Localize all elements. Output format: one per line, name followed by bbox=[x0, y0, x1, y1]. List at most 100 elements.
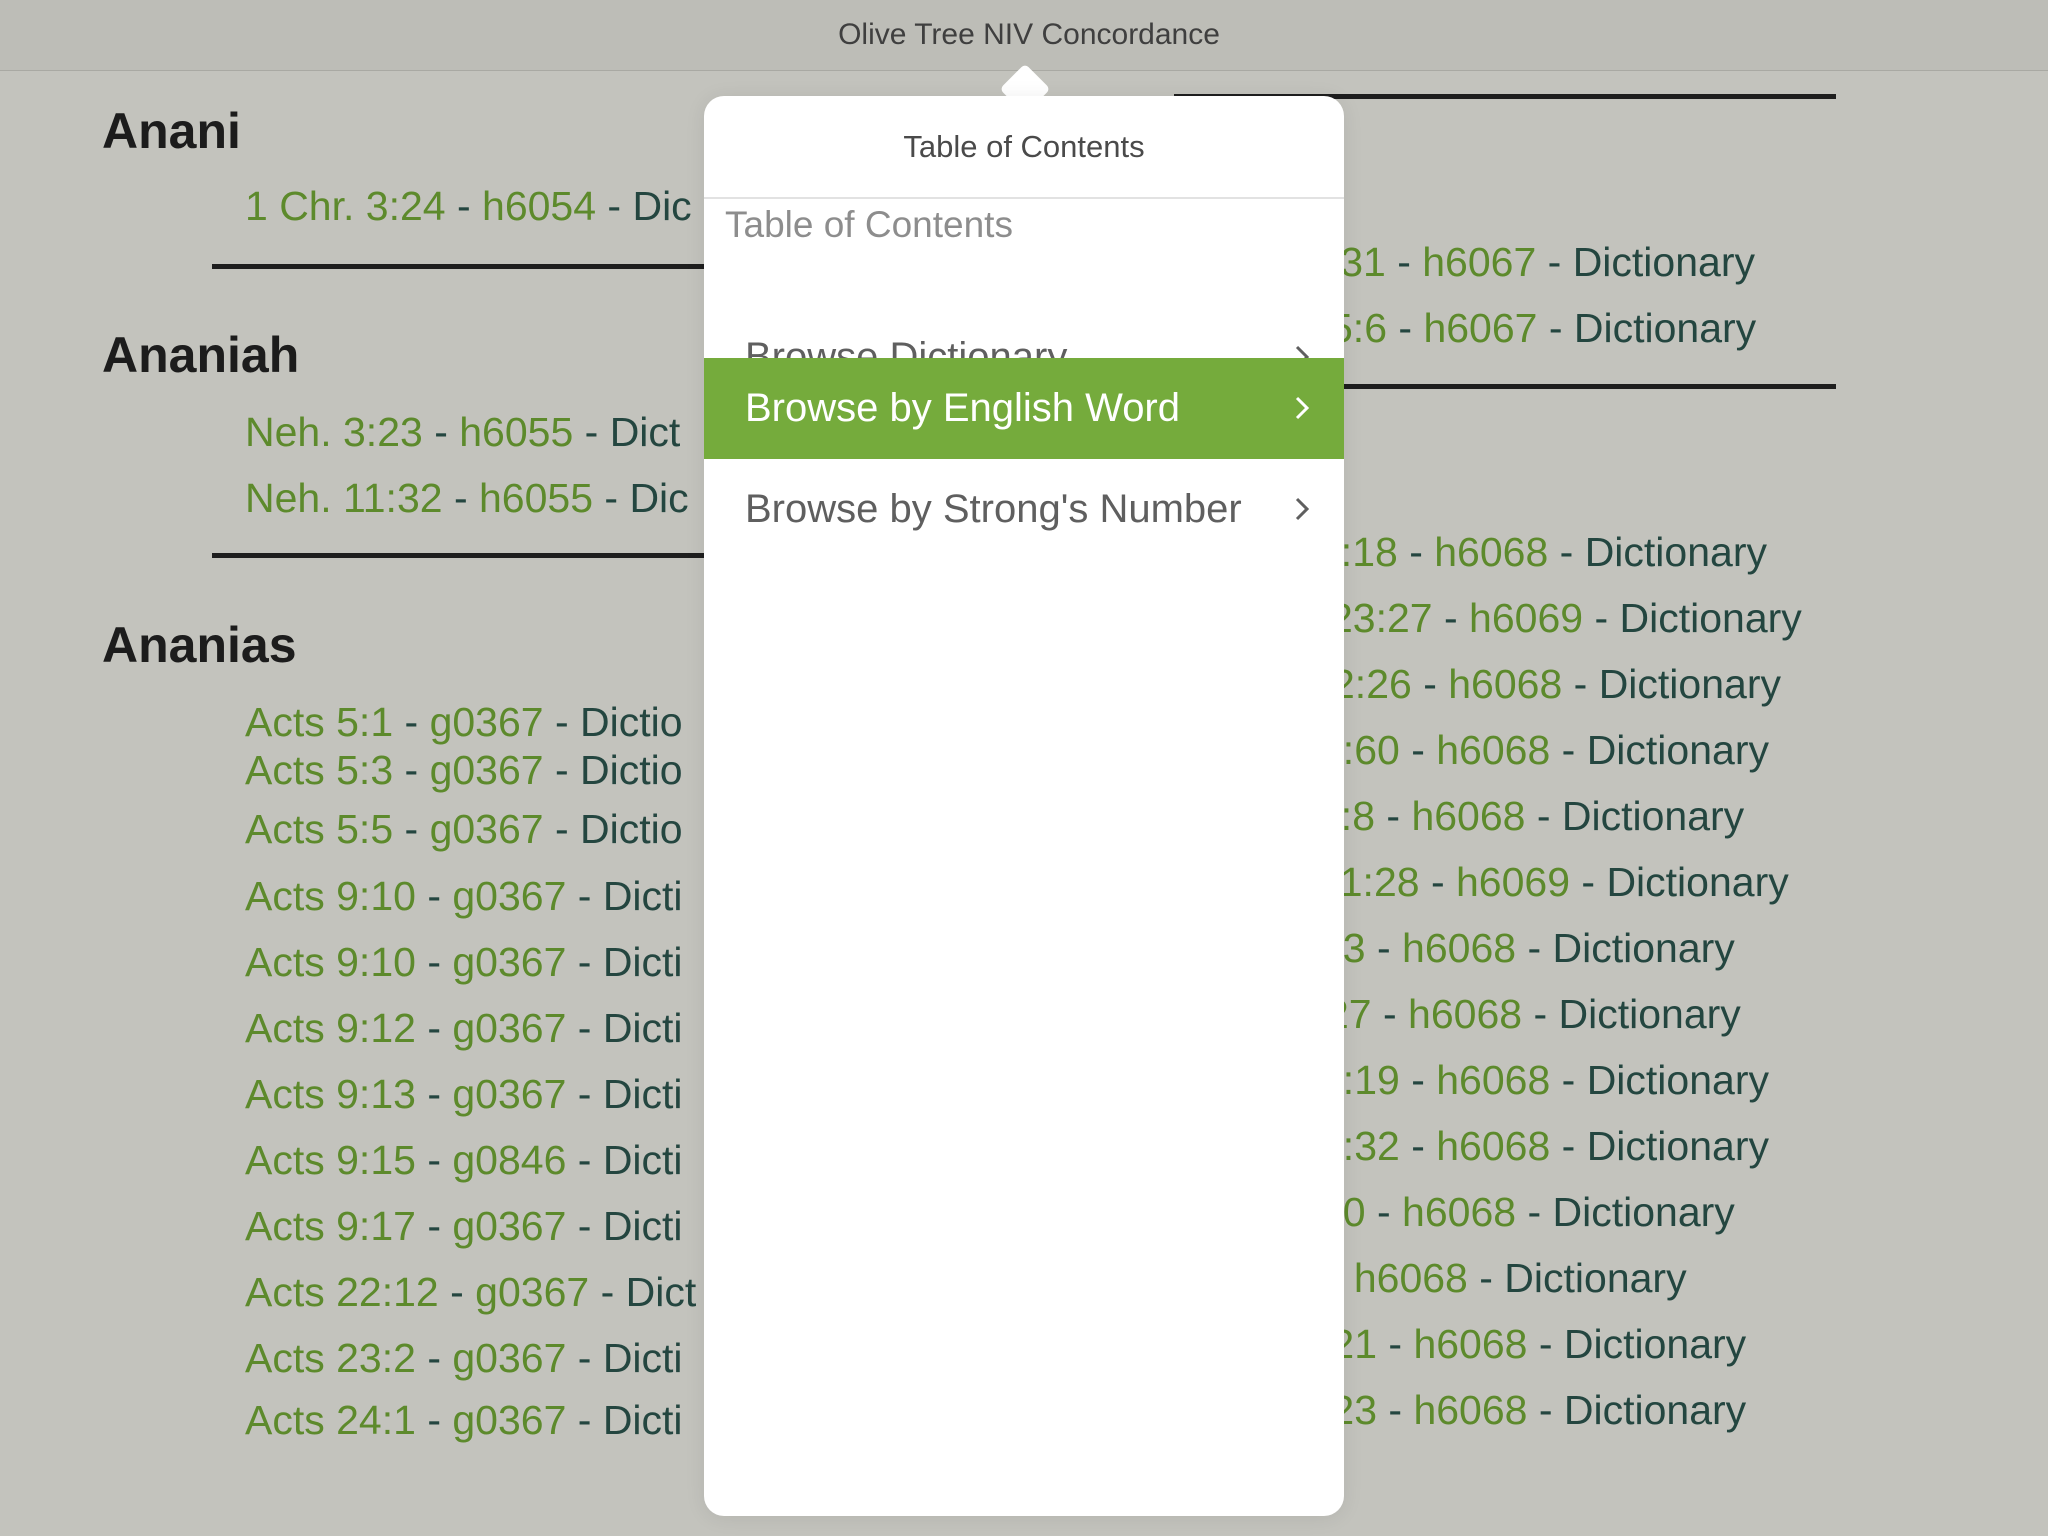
verse-reference[interactable]: 1 Chr. 3:24 bbox=[245, 183, 446, 229]
strongs-number[interactable]: g0367 bbox=[430, 806, 544, 852]
strongs-number[interactable]: g0367 bbox=[452, 1335, 566, 1381]
strongs-number[interactable]: h6054 bbox=[482, 183, 596, 229]
concordance-entry[interactable]: :23 - h6068 - Dictionary bbox=[1320, 1386, 1746, 1434]
concordance-entry[interactable]: 6:60 - h6068 - Dictionary bbox=[1320, 726, 1769, 774]
strongs-number[interactable]: h6068 bbox=[1402, 1189, 1516, 1235]
dictionary-link[interactable]: Dictionary bbox=[1587, 1057, 1769, 1103]
strongs-number[interactable]: h6068 bbox=[1448, 661, 1562, 707]
dictionary-link[interactable]: Dictionary bbox=[1553, 925, 1735, 971]
concordance-entry[interactable]: Acts 9:12 - g0367 - Dicti bbox=[245, 1004, 683, 1052]
dictionary-link[interactable]: Dicti bbox=[603, 1005, 683, 1051]
strongs-number[interactable]: g0367 bbox=[430, 747, 544, 793]
concordance-entry[interactable]: Acts 9:13 - g0367 - Dicti bbox=[245, 1070, 683, 1118]
dictionary-link[interactable]: Dicti bbox=[603, 1397, 683, 1443]
concordance-entry[interactable]: Acts 22:12 - g0367 - Dict bbox=[245, 1268, 696, 1316]
concordance-entry[interactable]: 11:28 - h6069 - Dictionary bbox=[1320, 858, 1789, 906]
dictionary-link[interactable]: Dicti bbox=[603, 1071, 683, 1117]
concordance-entry[interactable]: Acts 9:10 - g0367 - Dicti bbox=[245, 938, 683, 986]
concordance-entry[interactable]: 5:6 - h6067 - Dictionary bbox=[1330, 304, 1756, 352]
verse-reference[interactable]: Acts 9:17 bbox=[245, 1203, 416, 1249]
concordance-entry[interactable]: 1 Chr. 3:24 - h6054 - Dic bbox=[245, 182, 692, 230]
concordance-entry[interactable]: Neh. 3:23 - h6055 - Dict bbox=[245, 408, 680, 456]
dictionary-link[interactable]: Dictionary bbox=[1587, 1123, 1769, 1169]
concordance-entry[interactable]: 7:8 - h6068 - Dictionary bbox=[1318, 792, 1744, 840]
dictionary-link[interactable]: Dictionary bbox=[1504, 1255, 1686, 1301]
dictionary-link[interactable]: Dictionary bbox=[1587, 727, 1769, 773]
menu-item-browse-by-english-word[interactable]: Browse by English Word bbox=[704, 358, 1344, 459]
concordance-entry[interactable]: Acts 24:1 - g0367 - Dicti bbox=[245, 1396, 683, 1444]
concordance-entry[interactable]: Acts 23:2 - g0367 - Dicti bbox=[245, 1334, 683, 1382]
concordance-entry[interactable]: Neh. 11:32 - h6055 - Dic bbox=[245, 474, 689, 522]
verse-reference[interactable]: Acts 9:10 bbox=[245, 873, 416, 919]
strongs-number[interactable]: h6067 bbox=[1422, 239, 1536, 285]
strongs-number[interactable]: h6055 bbox=[459, 409, 573, 455]
dictionary-link[interactable]: Dictionary bbox=[1620, 595, 1802, 641]
dictionary-link[interactable]: Dictionary bbox=[1606, 859, 1788, 905]
verse-reference[interactable]: Acts 9:12 bbox=[245, 1005, 416, 1051]
dictionary-link[interactable]: Dictio bbox=[580, 806, 683, 852]
concordance-entry[interactable]: 2:26 - h6068 - Dictionary bbox=[1332, 660, 1781, 708]
concordance-entry[interactable]: Acts 9:10 - g0367 - Dicti bbox=[245, 872, 683, 920]
dictionary-link[interactable]: Dictionary bbox=[1564, 1387, 1746, 1433]
verse-reference[interactable]: Acts 9:10 bbox=[245, 939, 416, 985]
concordance-entry[interactable]: 30 - h6068 - Dictionary bbox=[1320, 1188, 1735, 1236]
dictionary-link[interactable]: Dicti bbox=[603, 939, 683, 985]
verse-reference[interactable]: Neh. 11:32 bbox=[245, 475, 443, 521]
strongs-number[interactable]: g0367 bbox=[452, 939, 566, 985]
concordance-entry[interactable]: Acts 5:3 - g0367 - Dictio bbox=[245, 746, 683, 794]
dictionary-link[interactable]: Dicti bbox=[603, 1335, 683, 1381]
strongs-number[interactable]: g0367 bbox=[452, 1203, 566, 1249]
concordance-entry[interactable]: :21 - h6068 - Dictionary bbox=[1320, 1320, 1746, 1368]
strongs-number[interactable]: g0367 bbox=[452, 1005, 566, 1051]
dictionary-link[interactable]: Dicti bbox=[603, 873, 683, 919]
dictionary-link[interactable]: Dictionary bbox=[1574, 305, 1756, 351]
strongs-number[interactable]: g0367 bbox=[452, 1397, 566, 1443]
dictionary-link[interactable]: Dictionary bbox=[1553, 1189, 1735, 1235]
strongs-number[interactable]: h6068 bbox=[1413, 1321, 1527, 1367]
verse-reference[interactable]: Acts 5:1 bbox=[245, 699, 393, 745]
verse-reference[interactable]: Acts 9:15 bbox=[245, 1137, 416, 1183]
concordance-entry[interactable]: Acts 9:17 - g0367 - Dicti bbox=[245, 1202, 683, 1250]
verse-reference[interactable]: 23:27 bbox=[1330, 595, 1433, 641]
strongs-number[interactable]: g0367 bbox=[452, 873, 566, 919]
dictionary-link[interactable]: Dictionary bbox=[1559, 991, 1741, 1037]
dictionary-link[interactable]: Dictionary bbox=[1562, 793, 1744, 839]
verse-reference[interactable]: Acts 5:5 bbox=[245, 806, 393, 852]
concordance-entry[interactable]: 23 - h6068 - Dictionary bbox=[1320, 924, 1735, 972]
strongs-number[interactable]: h6068 bbox=[1413, 1387, 1527, 1433]
concordance-entry[interactable]: Acts 5:5 - g0367 - Dictio bbox=[245, 805, 683, 853]
concordance-entry[interactable]: 0:19 - h6068 - Dictionary bbox=[1320, 1056, 1769, 1104]
verse-reference[interactable]: Neh. 3:23 bbox=[245, 409, 423, 455]
strongs-number[interactable]: h6068 bbox=[1436, 1057, 1550, 1103]
verse-reference[interactable]: Acts 9:13 bbox=[245, 1071, 416, 1117]
concordance-entry[interactable]: 3:31 - h6067 - Dictionary bbox=[1306, 238, 1755, 286]
concordance-entry[interactable]: Acts 5:1 - g0367 - Dictio bbox=[245, 698, 683, 746]
concordance-entry[interactable]: 27 - h6068 - Dictionary bbox=[1326, 990, 1741, 1038]
strongs-number[interactable]: g0367 bbox=[475, 1269, 589, 1315]
dictionary-link[interactable]: Dic bbox=[629, 475, 688, 521]
concordance-entry[interactable]: Acts 9:15 - g0846 - Dicti bbox=[245, 1136, 683, 1184]
concordance-entry[interactable]: . - h6068 - Dictionary bbox=[1306, 1254, 1687, 1302]
dictionary-link[interactable]: Dicti bbox=[603, 1137, 683, 1183]
strongs-number[interactable]: h6069 bbox=[1469, 595, 1583, 641]
concordance-entry[interactable]: 1:32 - h6068 - Dictionary bbox=[1320, 1122, 1769, 1170]
dictionary-link[interactable]: Dictionary bbox=[1573, 239, 1755, 285]
strongs-number[interactable]: h6068 bbox=[1354, 1255, 1468, 1301]
strongs-number[interactable]: g0367 bbox=[452, 1071, 566, 1117]
dictionary-link[interactable]: Dictionary bbox=[1599, 661, 1781, 707]
strongs-number[interactable]: h6068 bbox=[1436, 1123, 1550, 1169]
strongs-number[interactable]: h6068 bbox=[1411, 793, 1525, 839]
strongs-number[interactable]: h6068 bbox=[1436, 727, 1550, 773]
dictionary-link[interactable]: Dict bbox=[626, 1269, 697, 1315]
verse-reference[interactable]: Acts 23:2 bbox=[245, 1335, 416, 1381]
verse-reference[interactable]: Acts 22:12 bbox=[245, 1269, 439, 1315]
strongs-number[interactable]: h6069 bbox=[1456, 859, 1570, 905]
strongs-number[interactable]: h6068 bbox=[1434, 529, 1548, 575]
concordance-entry[interactable]: 1:18 - h6068 - Dictionary bbox=[1318, 528, 1767, 576]
strongs-number[interactable]: h6068 bbox=[1408, 991, 1522, 1037]
verse-reference[interactable]: Acts 24:1 bbox=[245, 1397, 416, 1443]
dictionary-link[interactable]: Dic bbox=[632, 183, 691, 229]
strongs-number[interactable]: h6068 bbox=[1402, 925, 1516, 971]
dictionary-link[interactable]: Dict bbox=[610, 409, 681, 455]
dictionary-link[interactable]: Dictio bbox=[580, 747, 683, 793]
